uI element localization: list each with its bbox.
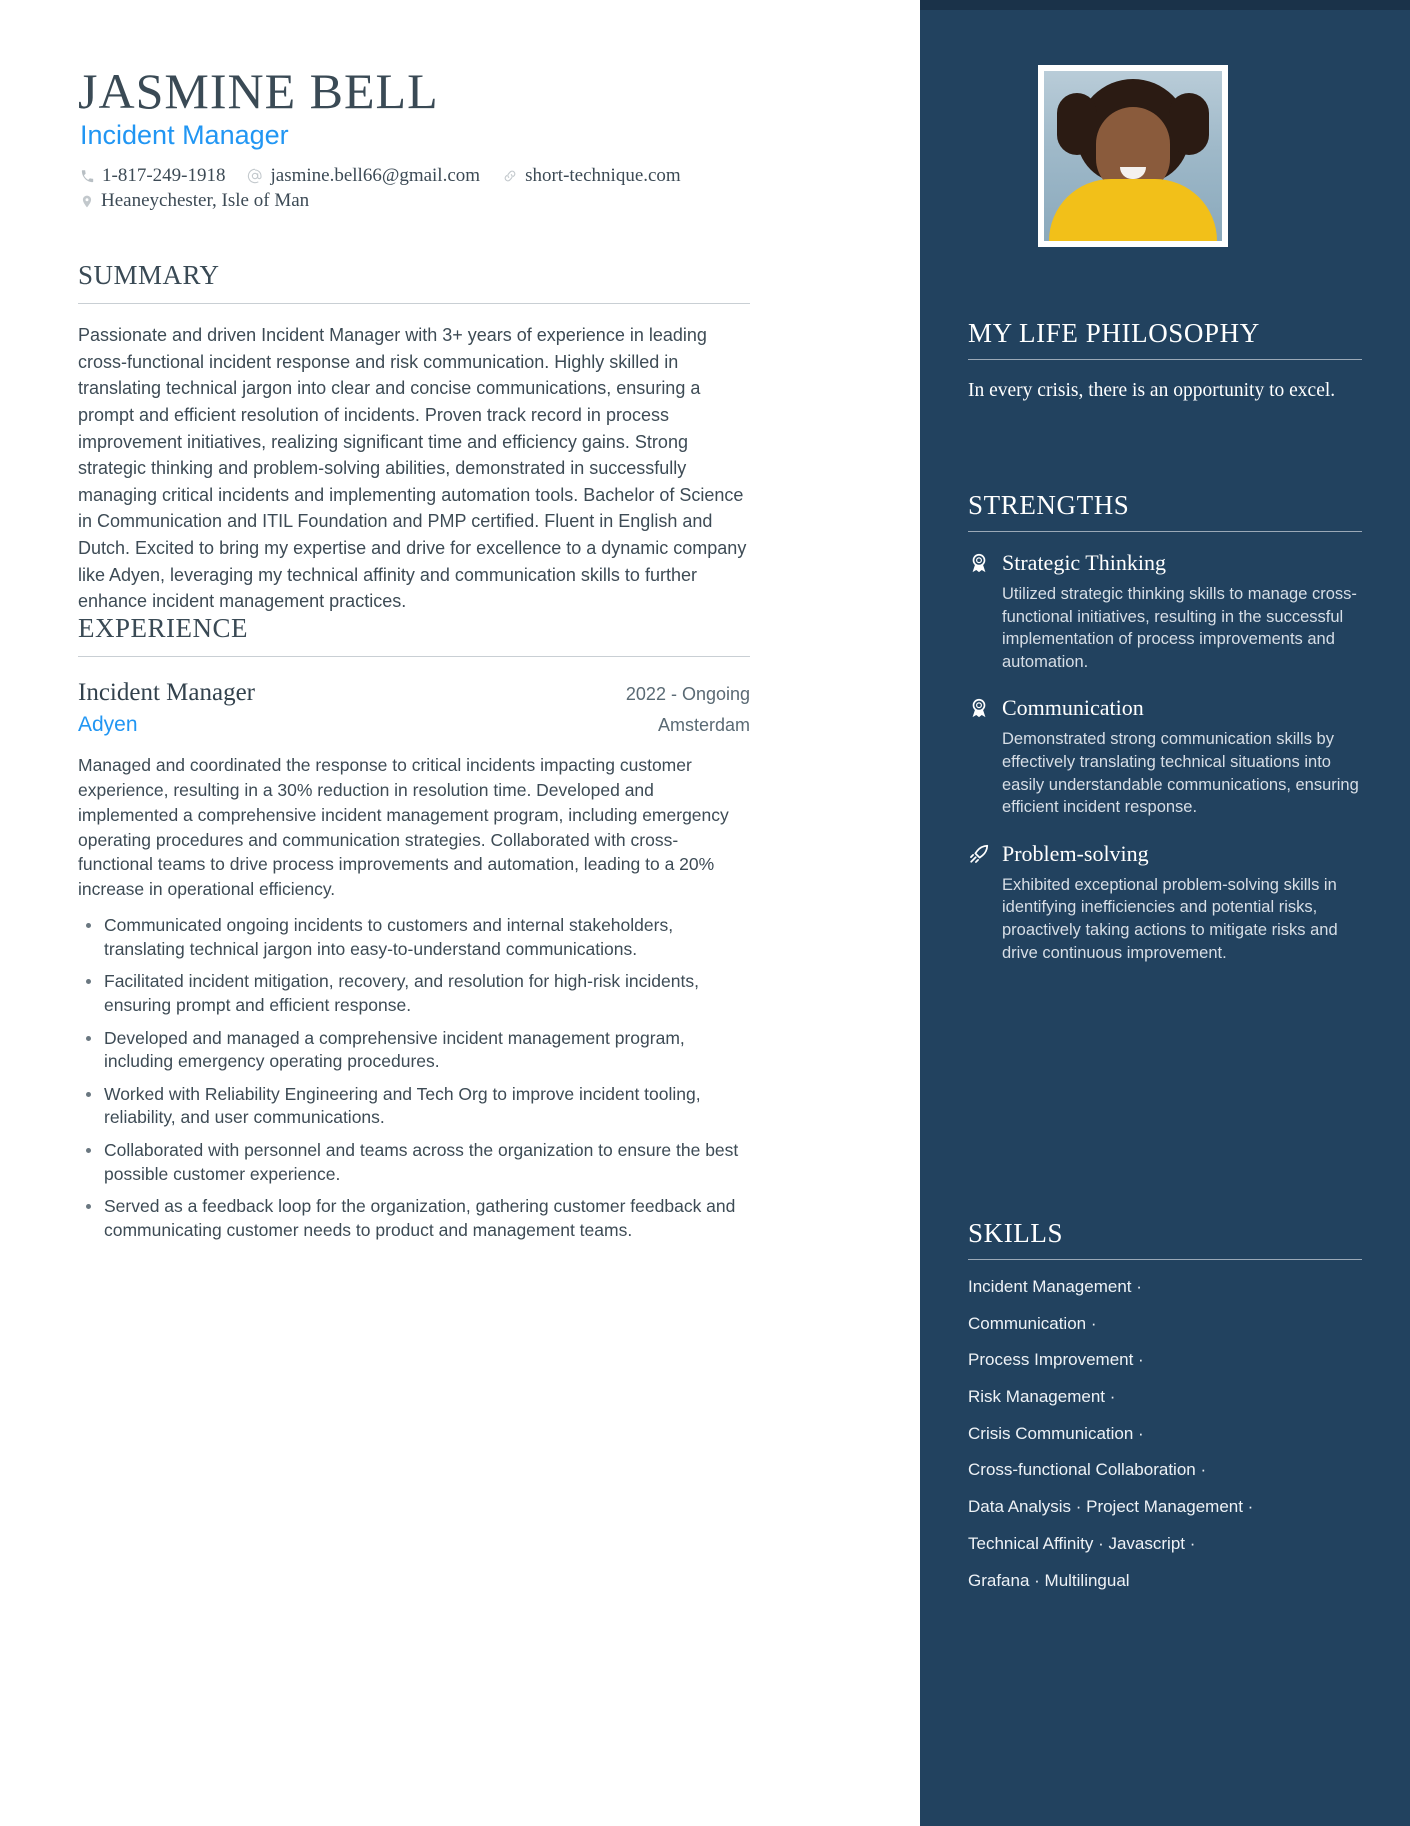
philosophy-divider [968, 359, 1362, 360]
strength-item: Problem-solving Exhibited exceptional pr… [968, 841, 1362, 964]
philosophy-heading: MY LIFE PHILOSOPHY [968, 318, 1260, 348]
skill-line: Grafana · Multilingual [968, 1570, 1130, 1590]
experience-location: Amsterdam [657, 715, 750, 735]
experience-company[interactable]: Adyen [78, 713, 138, 737]
strengths-divider [968, 531, 1362, 532]
contact-location: Heaneychester, Isle of Man [80, 190, 309, 212]
avatar-sweater [1049, 179, 1217, 241]
strength-title: Communication [1002, 695, 1144, 721]
contact-phone[interactable]: 1-817-249-1918 [80, 165, 225, 187]
skill-line: Technical Affinity · Javascript · [968, 1533, 1196, 1553]
contact-phone-value: 1-817-249-1918 [102, 165, 226, 186]
link-icon [502, 168, 518, 184]
summary-divider [78, 303, 750, 304]
page-title: JASMINE BELL [78, 63, 439, 119]
philosophy-section: MY LIFE PHILOSOPHY In every crisis, ther… [968, 318, 1362, 404]
experience-dates: 2022 - Ongoing [625, 684, 750, 704]
experience-description: Managed and coordinated the response to … [78, 755, 729, 900]
experience-heading: EXPERIENCE [78, 613, 248, 643]
experience-divider [78, 656, 750, 657]
award-ribbon-icon [968, 551, 990, 575]
contact-email[interactable]: jasmine.bell66@gmail.com [247, 165, 480, 187]
summary-text: Passionate and driven Incident Manager w… [78, 325, 747, 612]
summary-heading: SUMMARY [78, 260, 220, 290]
strength-description: Demonstrated strong communication skills… [1002, 730, 1359, 817]
contact-email-value: jasmine.bell66@gmail.com [270, 165, 481, 186]
rocket-icon [968, 842, 990, 866]
skill-line: Process Improvement · [968, 1350, 1144, 1370]
experience-bullet-list: Communicated ongoing incidents to custom… [78, 914, 750, 1243]
sidebar: MY LIFE PHILOSOPHY In every crisis, ther… [920, 0, 1410, 1826]
skill-line: Communication · [968, 1313, 1097, 1333]
list-item: Facilitated incident mitigation, recover… [78, 970, 750, 1017]
strength-title: Strategic Thinking [1002, 550, 1166, 575]
strength-description: Utilized strategic thinking skills to ma… [1002, 585, 1357, 671]
strength-item: Communication Demonstrated strong commun… [968, 695, 1362, 818]
experience-entry: Incident Manager 2022 - Ongoing Adyen Am… [78, 679, 750, 1243]
skill-line: Crisis Communication · [968, 1423, 1144, 1443]
contact-location-value: Heaneychester, Isle of Man [101, 190, 310, 211]
contact-website-value: short-technique.com [525, 165, 681, 186]
skill-line: Risk Management · [968, 1387, 1116, 1407]
strengths-section: STRENGTHS Strategic Thinking Utilized st… [968, 490, 1362, 986]
experience-section: EXPERIENCE Incident Manager 2022 - Ongoi… [78, 613, 750, 1252]
list-item: Collaborated with personnel and teams ac… [78, 1139, 750, 1186]
contact-row-secondary: Heaneychester, Isle of Man [80, 190, 331, 212]
summary-section: SUMMARY Passionate and driven Incident M… [78, 260, 750, 615]
header-job-title: Incident Manager [80, 120, 289, 150]
strengths-heading: STRENGTHS [968, 490, 1130, 520]
experience-job-title: Incident Manager [78, 679, 256, 706]
list-item: Developed and managed a comprehensive in… [78, 1027, 750, 1074]
skills-section: SKILLS Incident Management · Communicati… [968, 1218, 1362, 1608]
skill-line: Data Analysis · Project Management · [968, 1497, 1254, 1517]
strength-description: Exhibited exceptional problem-solving sk… [1002, 875, 1338, 962]
list-item: Served as a feedback loop for the organi… [78, 1195, 750, 1242]
phone-icon [80, 169, 95, 184]
skill-line: Cross-functional Collaboration · [968, 1460, 1207, 1480]
skills-heading: SKILLS [968, 1218, 1064, 1248]
skill-line: Incident Management · [968, 1277, 1142, 1296]
avatar [1044, 71, 1222, 241]
profile-photo-frame [1038, 65, 1228, 247]
award-ribbon-icon [968, 696, 990, 720]
sidebar-top-accent-bar [920, 0, 1410, 10]
philosophy-quote: In every crisis, there is an opportunity… [968, 380, 1336, 401]
skills-divider [968, 1259, 1362, 1260]
location-pin-icon [80, 194, 94, 209]
list-item: Worked with Reliability Engineering and … [78, 1083, 750, 1130]
strength-title: Problem-solving [1002, 840, 1149, 866]
contact-row-primary: 1-817-249-1918 jasmine.bell66@gmail.com [80, 165, 703, 187]
resume-page: MY LIFE PHILOSOPHY In every crisis, ther… [0, 0, 1410, 1826]
strength-item: Strategic Thinking Utilized strategic th… [968, 550, 1362, 673]
at-icon [247, 168, 263, 184]
list-item: Communicated ongoing incidents to custom… [78, 914, 750, 961]
contact-website[interactable]: short-technique.com [502, 165, 681, 187]
